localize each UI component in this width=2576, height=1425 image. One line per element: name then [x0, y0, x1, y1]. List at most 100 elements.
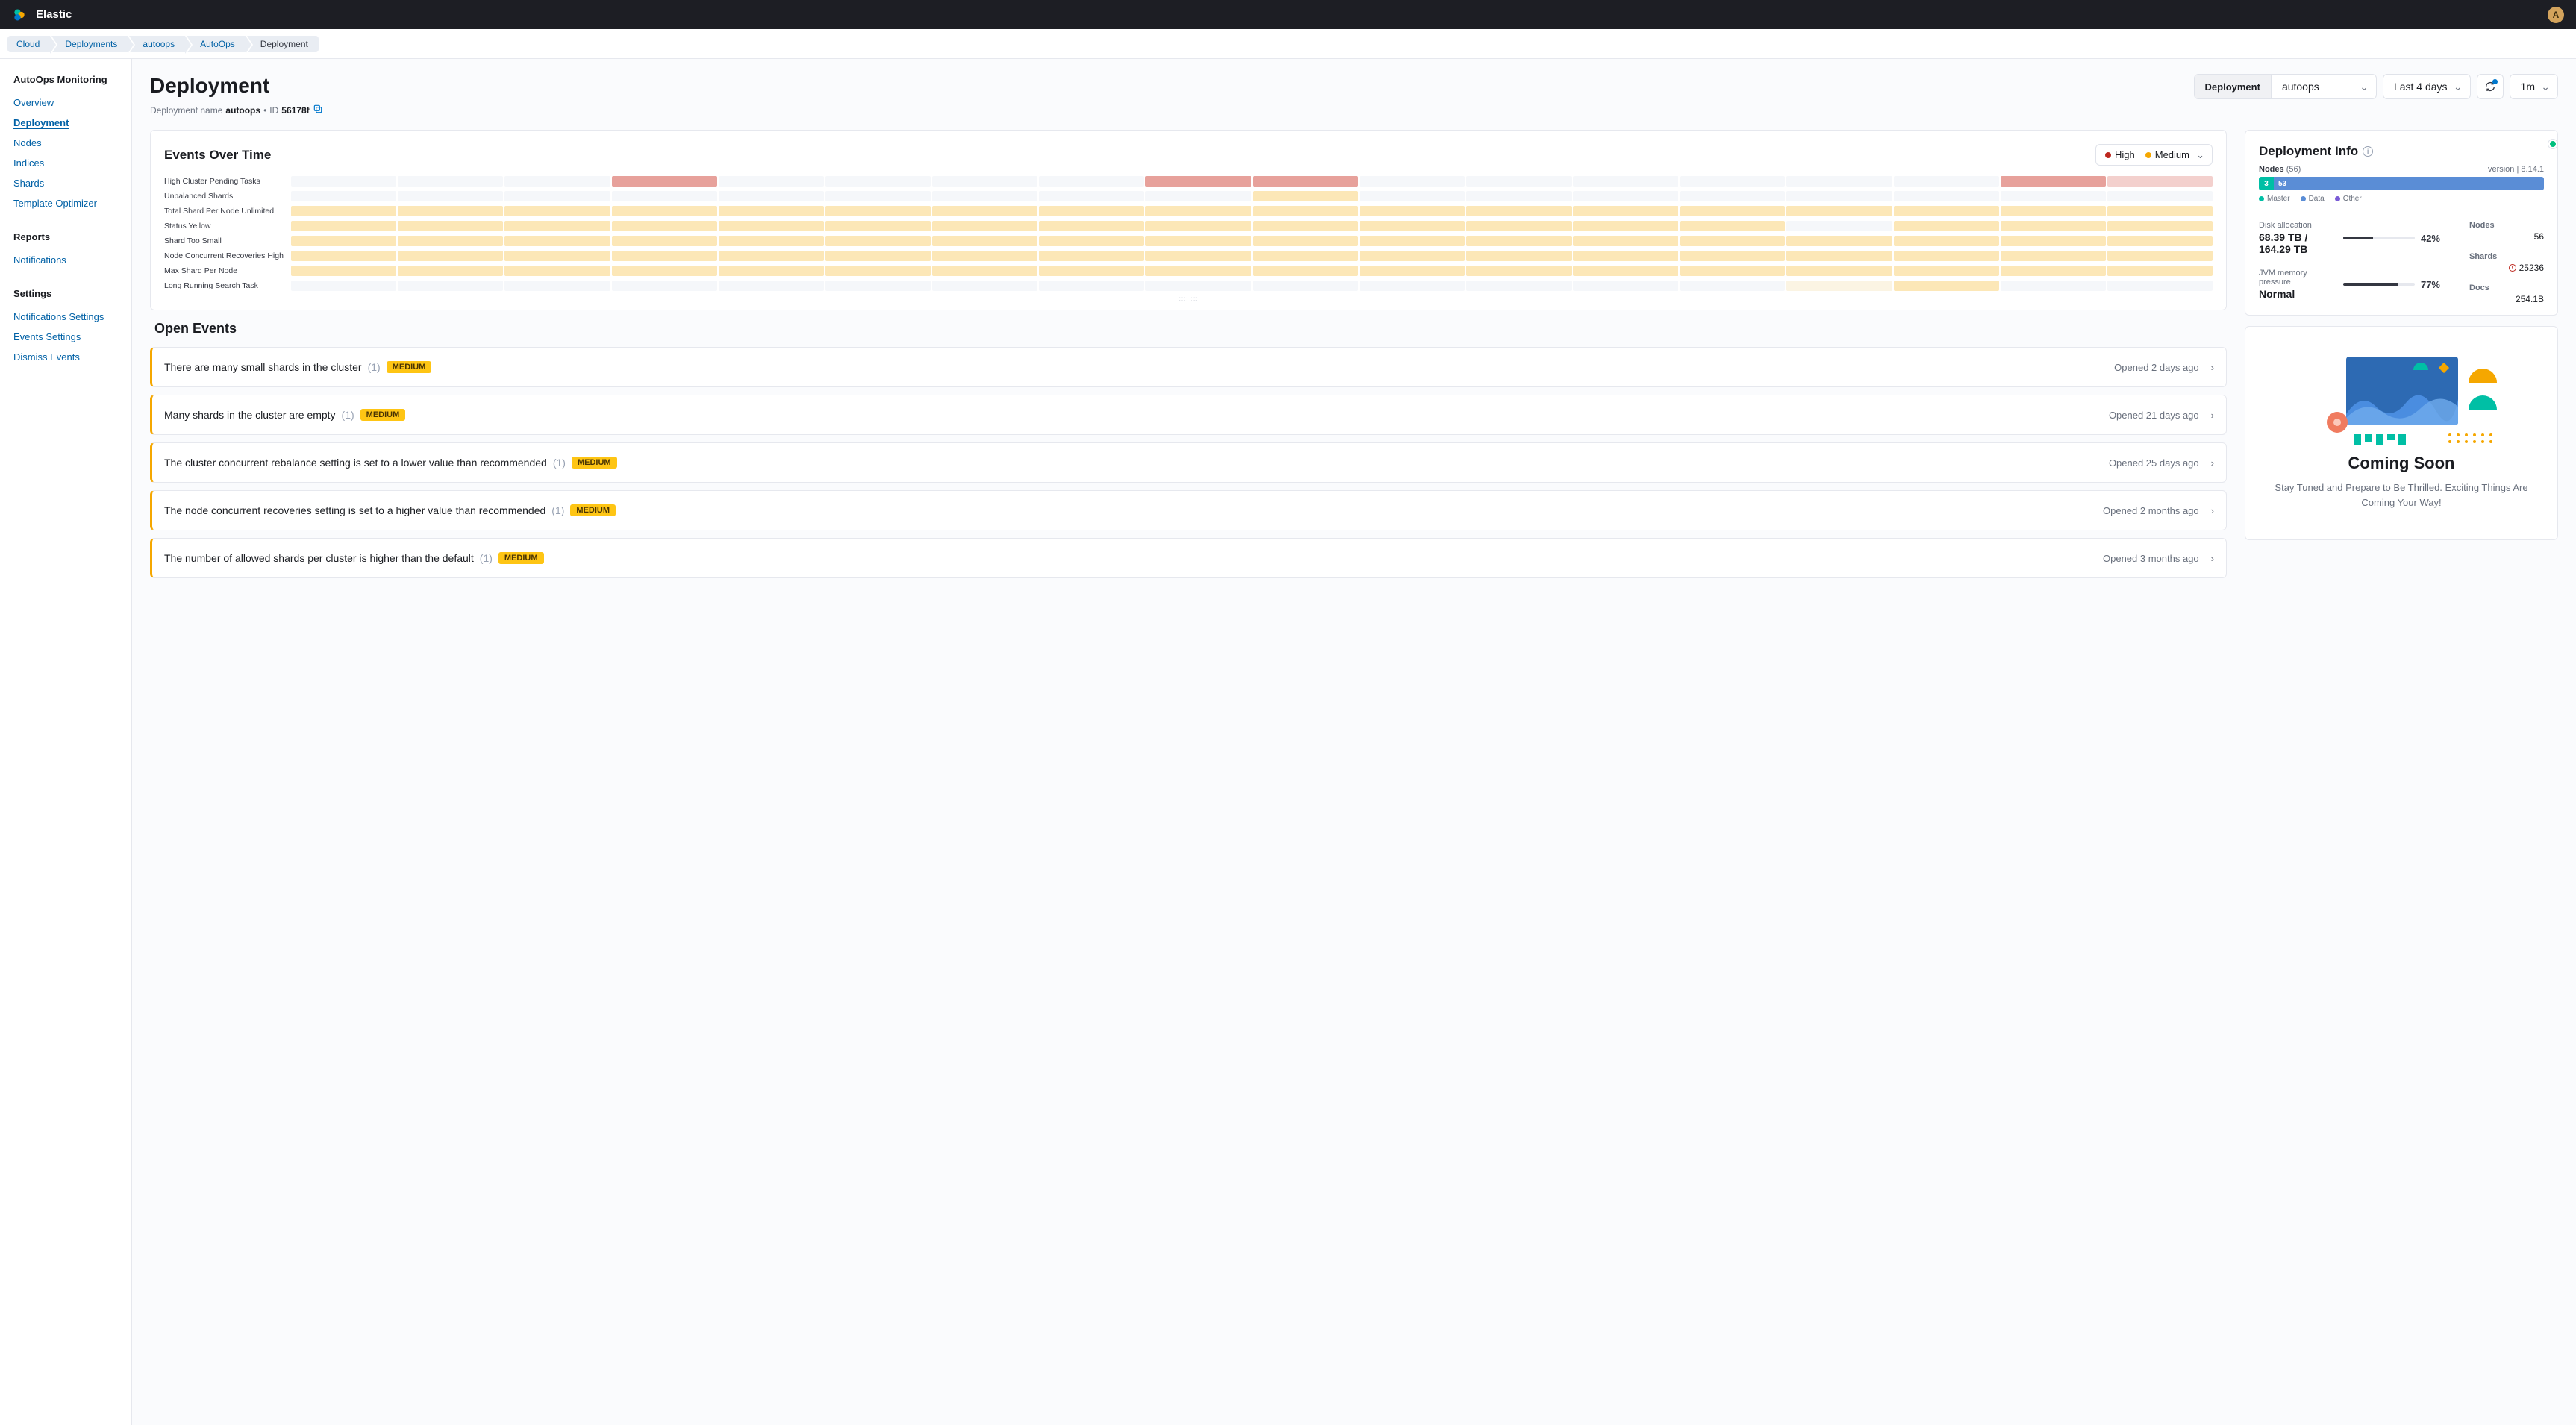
- timeline-cell[interactable]: [1680, 281, 1785, 291]
- timeline-cell[interactable]: [719, 251, 824, 261]
- timeline-cell[interactable]: [719, 176, 824, 187]
- timeline-cell[interactable]: [1466, 236, 1572, 246]
- sidebar-item-events-settings[interactable]: Events Settings: [13, 327, 118, 347]
- timeline-cell[interactable]: [1894, 176, 1999, 187]
- timeline-cell[interactable]: [612, 191, 717, 201]
- timeline-cell[interactable]: [398, 191, 503, 201]
- crumb-deployment[interactable]: Deployment: [247, 36, 319, 52]
- timeline-cell[interactable]: [291, 266, 396, 276]
- timeline-cell[interactable]: [1466, 221, 1572, 231]
- timeline-cell[interactable]: [2107, 281, 2213, 291]
- timeline-cell[interactable]: [719, 236, 824, 246]
- timeline-cell[interactable]: [932, 176, 1037, 187]
- timeline-cell[interactable]: [825, 281, 931, 291]
- timeline-cell[interactable]: [504, 176, 610, 187]
- timeline-cell[interactable]: [1253, 236, 1358, 246]
- timeline-cell[interactable]: [1894, 236, 1999, 246]
- crumb-autoops-dep[interactable]: autoops: [129, 36, 185, 52]
- sidebar-item-overview[interactable]: Overview: [13, 93, 118, 113]
- timeline-cell[interactable]: [1466, 251, 1572, 261]
- timeline-cell[interactable]: [1039, 221, 1144, 231]
- timeline-cell[interactable]: [504, 281, 610, 291]
- copy-icon[interactable]: [313, 104, 323, 116]
- timeline-cell[interactable]: [1680, 191, 1785, 201]
- timeline-cell[interactable]: [1145, 191, 1251, 201]
- timeline-cell[interactable]: [825, 221, 931, 231]
- timeline-cell[interactable]: [825, 191, 931, 201]
- timeline-cell[interactable]: [2107, 236, 2213, 246]
- timeline-cell[interactable]: [1360, 266, 1465, 276]
- sidebar-item-indices[interactable]: Indices: [13, 153, 118, 173]
- timeline-cell[interactable]: [1786, 281, 1892, 291]
- timeline-cell[interactable]: [1680, 206, 1785, 216]
- timeline-cell[interactable]: [825, 236, 931, 246]
- timeline-cell[interactable]: [1039, 266, 1144, 276]
- timeline-cell[interactable]: [1894, 206, 1999, 216]
- timeline-cell[interactable]: [1466, 206, 1572, 216]
- timeline-cell[interactable]: [1680, 266, 1785, 276]
- timeline-cell[interactable]: [504, 221, 610, 231]
- timeline-cell[interactable]: [291, 176, 396, 187]
- timeline-cell[interactable]: [2107, 266, 2213, 276]
- timeline-cell[interactable]: [932, 236, 1037, 246]
- timeline-cell[interactable]: [504, 266, 610, 276]
- timeline-cell[interactable]: [504, 251, 610, 261]
- timeline-cell[interactable]: [1680, 221, 1785, 231]
- timeline-cell[interactable]: [2001, 206, 2106, 216]
- timeline-cell[interactable]: [1466, 176, 1572, 187]
- timeline-cell[interactable]: [1786, 221, 1892, 231]
- timeline-cell[interactable]: [719, 281, 824, 291]
- timeline-cell[interactable]: [2107, 221, 2213, 231]
- timeline-cell[interactable]: [1253, 221, 1358, 231]
- timeline-cell[interactable]: [1894, 221, 1999, 231]
- timeline-cell[interactable]: [1253, 251, 1358, 261]
- sidebar-item-template-optimizer[interactable]: Template Optimizer: [13, 193, 118, 213]
- user-avatar[interactable]: A: [2548, 7, 2564, 23]
- timeline-cell[interactable]: [1039, 236, 1144, 246]
- timeline-cell[interactable]: [825, 206, 931, 216]
- timeline-cell[interactable]: [1894, 251, 1999, 261]
- timeline-cell[interactable]: [1573, 191, 1678, 201]
- timeline-cell[interactable]: [1145, 236, 1251, 246]
- timeline-cell[interactable]: [504, 206, 610, 216]
- timeline-cell[interactable]: [398, 251, 503, 261]
- timeline-cell[interactable]: [1360, 236, 1465, 246]
- timeline-cell[interactable]: [1680, 236, 1785, 246]
- timeline-cell[interactable]: [1680, 251, 1785, 261]
- timeline-cell[interactable]: [932, 251, 1037, 261]
- timeline-cell[interactable]: [398, 221, 503, 231]
- timeline-cell[interactable]: [825, 176, 931, 187]
- timeline-cell[interactable]: [1894, 281, 1999, 291]
- info-icon[interactable]: i: [2363, 146, 2373, 157]
- timeline-cell[interactable]: [1573, 281, 1678, 291]
- timeline-cell[interactable]: [612, 281, 717, 291]
- timeline-cell[interactable]: [1253, 266, 1358, 276]
- timeline-cell[interactable]: [612, 206, 717, 216]
- timeline-cell[interactable]: [2001, 251, 2106, 261]
- timeline-cell[interactable]: [1573, 251, 1678, 261]
- timeline-cell[interactable]: [825, 266, 931, 276]
- open-event-item[interactable]: Many shards in the cluster are empty(1)M…: [150, 395, 2227, 435]
- timeline-cell[interactable]: [1145, 266, 1251, 276]
- timeline-cell[interactable]: [2001, 176, 2106, 187]
- timeline-cell[interactable]: [1145, 221, 1251, 231]
- timeline-cell[interactable]: [932, 191, 1037, 201]
- timeline-cell[interactable]: [612, 176, 717, 187]
- timeline-cell[interactable]: [2107, 206, 2213, 216]
- timeline-cell[interactable]: [504, 191, 610, 201]
- timeline-cell[interactable]: [932, 221, 1037, 231]
- timeline-cell[interactable]: [1039, 206, 1144, 216]
- open-event-item[interactable]: There are many small shards in the clust…: [150, 347, 2227, 387]
- deployment-selector[interactable]: Deployment autoops ⌄: [2194, 74, 2377, 99]
- timeline-cell[interactable]: [1786, 206, 1892, 216]
- timeline-cell[interactable]: [398, 266, 503, 276]
- crumb-autoops[interactable]: AutoOps: [187, 36, 246, 52]
- sidebar-item-nodes[interactable]: Nodes: [13, 133, 118, 153]
- timeline-cell[interactable]: [1145, 281, 1251, 291]
- timeline-cell[interactable]: [932, 281, 1037, 291]
- timeline-cell[interactable]: [1253, 281, 1358, 291]
- timeline-cell[interactable]: [719, 221, 824, 231]
- timeline-cell[interactable]: [398, 281, 503, 291]
- timeline-cell[interactable]: [1360, 191, 1465, 201]
- open-event-item[interactable]: The number of allowed shards per cluster…: [150, 538, 2227, 578]
